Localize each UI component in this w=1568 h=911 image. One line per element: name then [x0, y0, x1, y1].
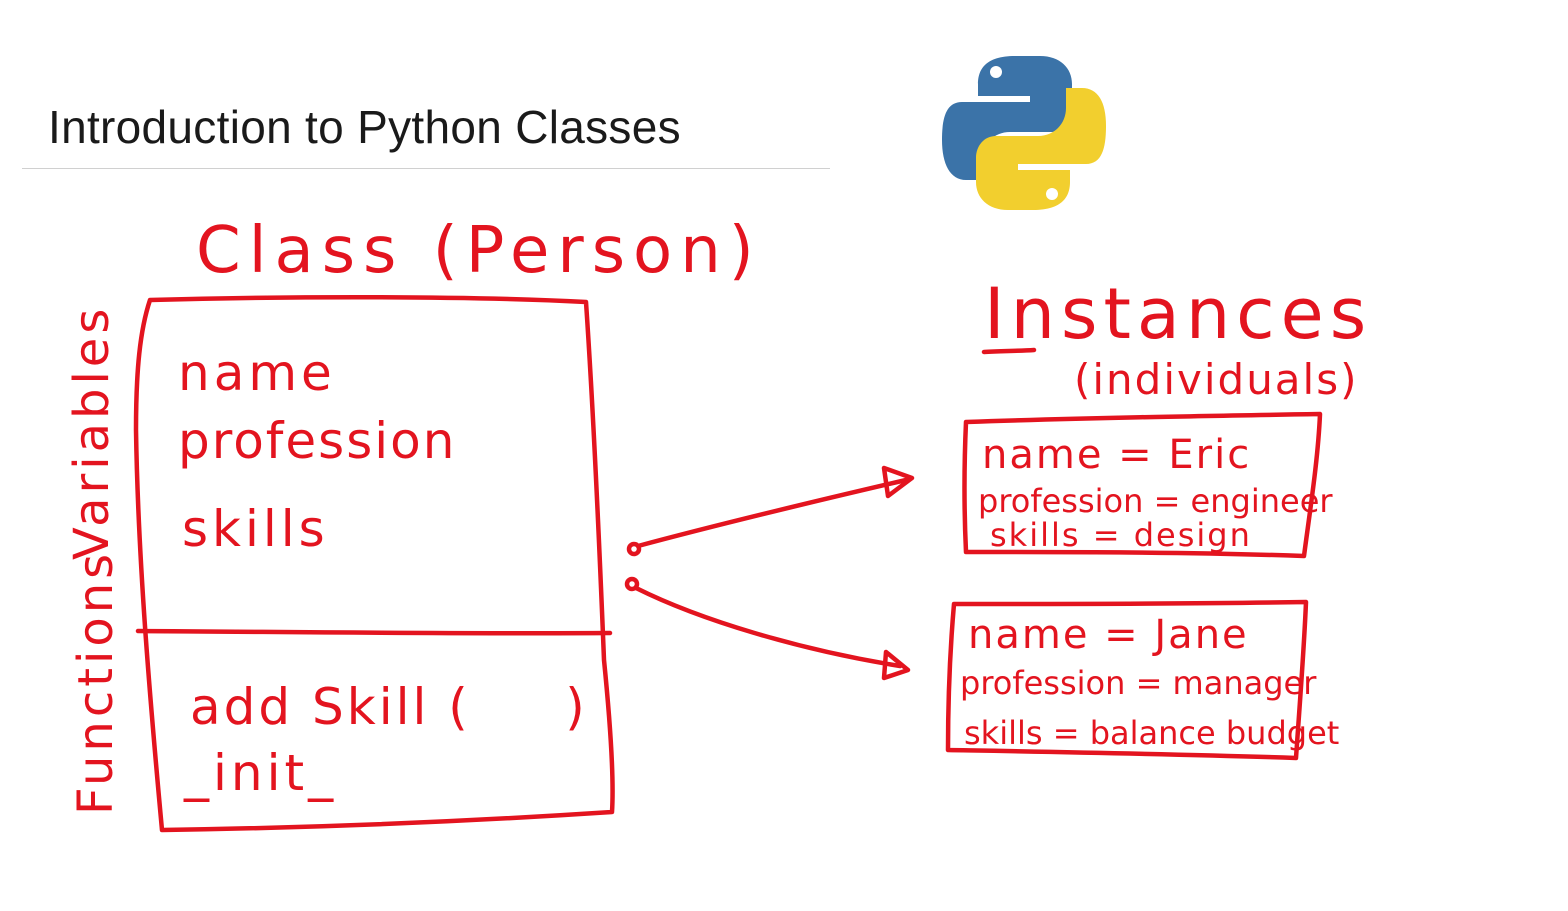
variable-profession: profession [178, 412, 456, 470]
arrow-to-eric [626, 465, 915, 557]
functions-label: Functions [68, 550, 124, 815]
function-add-skill: add Skill ( ) [190, 678, 588, 736]
function-init: _init_ [183, 744, 337, 802]
variable-name: name [178, 344, 336, 402]
instance-jane-skills: skills = balance budget [964, 714, 1339, 752]
arrow-to-jane [624, 576, 911, 681]
instances-subheading: (individuals) [1074, 355, 1358, 404]
class-heading: Class (Person) [196, 214, 762, 288]
class-box-divider [135, 628, 613, 636]
variables-label: Variables [64, 305, 120, 560]
variable-skills: skills [182, 500, 329, 558]
instance-jane-profession: profession = manager [960, 664, 1317, 702]
instance-eric-skills: skills = design [990, 516, 1252, 554]
instance-jane-name: name = Jane [968, 612, 1249, 658]
python-logo-icon [942, 56, 1106, 210]
python-logo-eye-1 [990, 66, 1002, 78]
diagram-canvas: Class (Person) Variables Functions name … [64, 56, 1372, 833]
instances-heading-underline [981, 347, 1037, 355]
instance-eric-profession: profession = engineer [978, 482, 1333, 520]
python-logo-eye-2 [1046, 188, 1058, 200]
instance-eric-name: name = Eric [982, 432, 1251, 478]
instances-heading: Instances [984, 273, 1372, 355]
